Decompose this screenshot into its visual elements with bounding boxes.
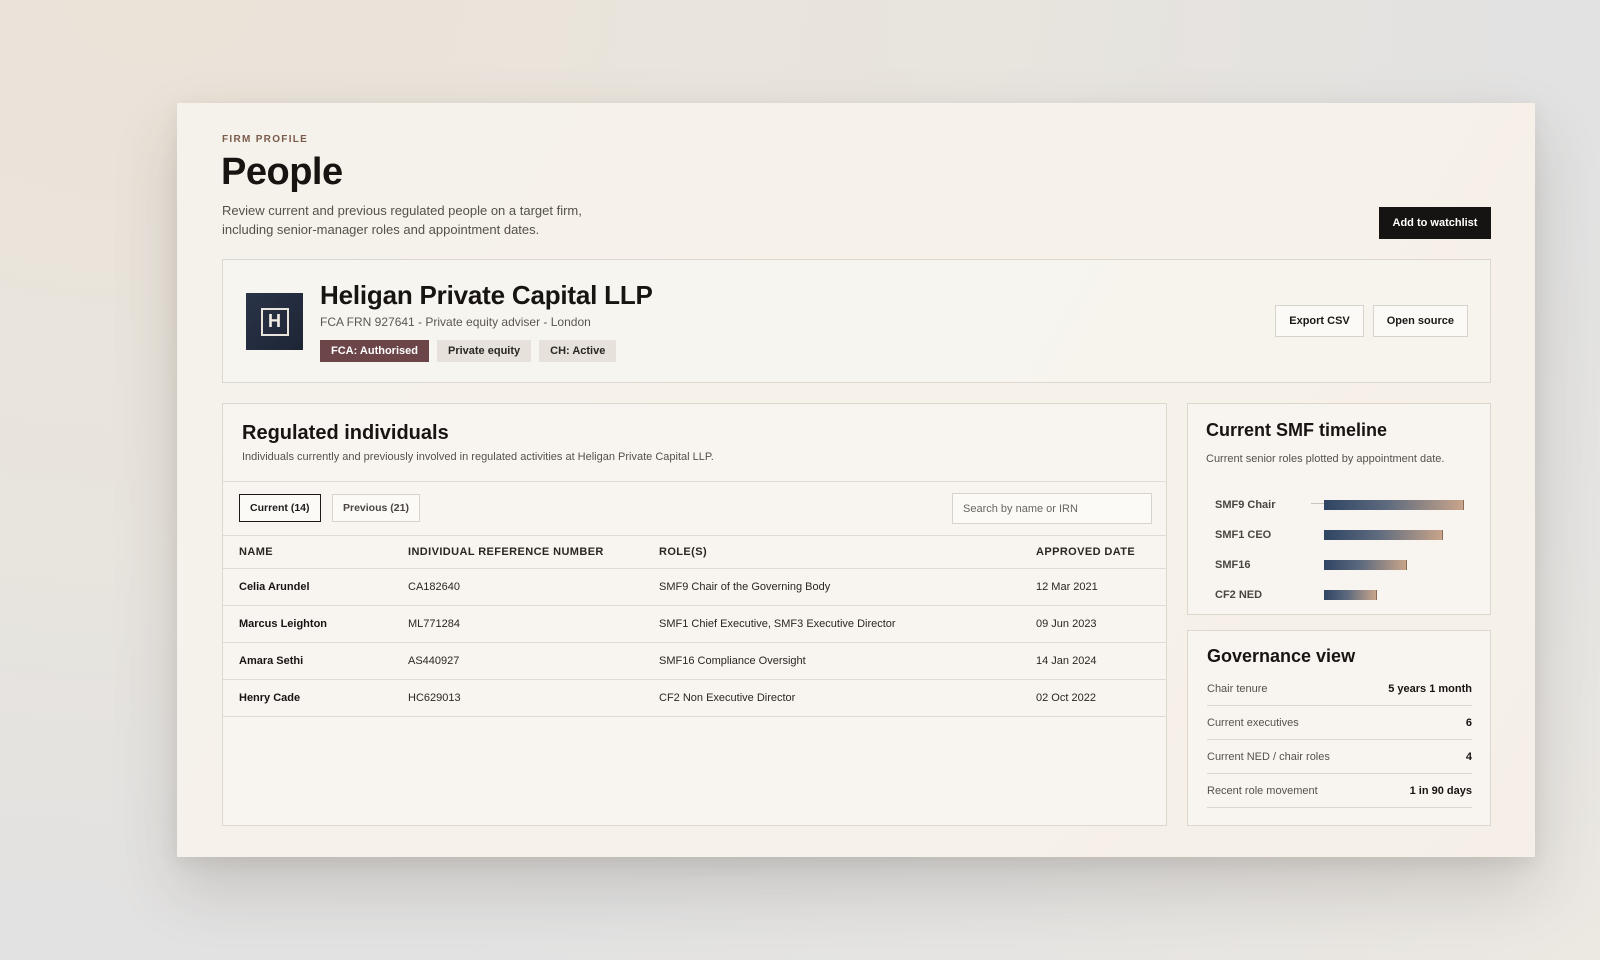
export-csv-button[interactable]: Export CSV bbox=[1275, 305, 1364, 337]
cell-date: 02 Oct 2022 bbox=[1036, 692, 1096, 704]
cell-irn: AS440927 bbox=[408, 655, 460, 667]
cell-roles: SMF16 Compliance Oversight bbox=[659, 655, 806, 667]
governance-label: Current NED / chair roles bbox=[1207, 750, 1330, 763]
cell-roles: SMF9 Chair of the Governing Body bbox=[659, 581, 831, 593]
cell-date: 14 Jan 2024 bbox=[1036, 655, 1097, 667]
column-header-date[interactable]: APPROVED DATE bbox=[1036, 546, 1166, 558]
cell-roles: SMF1 Chief Executive, SMF3 Executive Dir… bbox=[659, 618, 896, 630]
firm-profile-panel: FIRM PROFILE People Review current and p… bbox=[177, 103, 1535, 857]
governance-value: 6 bbox=[1465, 716, 1472, 729]
governance-label: Current executives bbox=[1207, 716, 1299, 729]
eyebrow: FIRM PROFILE bbox=[222, 134, 309, 145]
table-row[interactable]: Celia Arundel CA182640 SMF9 Chair of the… bbox=[223, 568, 1166, 605]
table-row[interactable]: Amara Sethi AS440927 SMF16 Compliance Ov… bbox=[223, 642, 1166, 679]
firm-actions: Export CSV Open source bbox=[1275, 305, 1468, 337]
cell-irn: HC629013 bbox=[408, 692, 461, 704]
smf-timeline-subtitle: Current senior roles plotted by appointm… bbox=[1206, 453, 1445, 465]
firm-tags: FCA: Authorised Private equity CH: Activ… bbox=[320, 340, 617, 362]
cell-name[interactable]: Celia Arundel bbox=[239, 581, 408, 593]
firm-meta: FCA FRN 927641 - Private equity adviser … bbox=[320, 315, 591, 329]
smf-timeline-row: CF2 NED bbox=[1215, 580, 1475, 610]
governance-value: 4 bbox=[1465, 750, 1472, 763]
cell-name[interactable]: Marcus Leighton bbox=[239, 618, 408, 630]
firm-logo: H bbox=[246, 293, 303, 350]
cell-roles: CF2 Non Executive Director bbox=[659, 692, 796, 704]
smf-timeline-bar bbox=[1324, 500, 1464, 510]
governance-row: Current executives 6 bbox=[1207, 706, 1472, 740]
status-badge-ch: CH: Active bbox=[539, 340, 617, 362]
cell-date: 09 Jun 2023 bbox=[1036, 618, 1097, 630]
individuals-table: NAME INDIVIDUAL REFERENCE NUMBER ROLE(S)… bbox=[223, 535, 1166, 717]
search-input[interactable] bbox=[952, 493, 1152, 524]
table-header: NAME INDIVIDUAL REFERENCE NUMBER ROLE(S)… bbox=[223, 535, 1166, 568]
smf-timeline-row: SMF9 Chair bbox=[1215, 490, 1475, 520]
section-subtitle: Individuals currently and previously inv… bbox=[242, 451, 714, 463]
column-header-irn[interactable]: INDIVIDUAL REFERENCE NUMBER bbox=[408, 546, 659, 558]
cell-date: 12 Mar 2021 bbox=[1036, 581, 1098, 593]
governance-label: Recent role movement bbox=[1207, 784, 1318, 797]
status-badge-fca: FCA: Authorised bbox=[320, 340, 429, 362]
cell-irn: CA182640 bbox=[408, 581, 460, 593]
smf-timeline-card: Current SMF timeline Current senior role… bbox=[1187, 403, 1491, 615]
governance-title: Governance view bbox=[1207, 646, 1356, 666]
column-header-roles[interactable]: ROLE(S) bbox=[659, 546, 1036, 558]
smf-timeline-bar bbox=[1324, 530, 1443, 540]
governance-row: Recent role movement 1 in 90 days bbox=[1207, 774, 1472, 808]
column-header-name[interactable]: NAME bbox=[239, 546, 408, 558]
firm-name: Heligan Private Capital LLP bbox=[320, 280, 653, 310]
firm-summary-card: H Heligan Private Capital LLP FCA FRN 92… bbox=[222, 259, 1491, 383]
smf-role-label: SMF9 Chair bbox=[1215, 499, 1276, 511]
governance-row: Current NED / chair roles 4 bbox=[1207, 740, 1472, 774]
smf-timeline-bar bbox=[1324, 560, 1407, 570]
firm-logo-mark: H bbox=[260, 307, 289, 336]
cell-irn: ML771284 bbox=[408, 618, 460, 630]
smf-timeline-row: SMF1 CEO bbox=[1215, 520, 1475, 550]
governance-value: 5 years 1 month bbox=[1388, 682, 1472, 695]
table-row[interactable]: Marcus Leighton ML771284 SMF1 Chief Exec… bbox=[223, 605, 1166, 642]
page-description: Review current and previous regulated pe… bbox=[222, 203, 582, 237]
open-source-button[interactable]: Open source bbox=[1372, 305, 1468, 337]
divider bbox=[223, 481, 1166, 482]
tab-current[interactable]: Current (14) bbox=[239, 494, 321, 522]
tab-previous[interactable]: Previous (21) bbox=[332, 494, 420, 522]
governance-list: Chair tenure 5 years 1 month Current exe… bbox=[1207, 672, 1472, 808]
table-row[interactable]: Henry Cade HC629013 CF2 Non Executive Di… bbox=[223, 679, 1166, 716]
smf-timeline-chart: SMF9 Chair SMF1 CEO SMF16 CF2 NED bbox=[1215, 490, 1475, 610]
table-end bbox=[223, 716, 1166, 717]
governance-card: Governance view Chair tenure 5 years 1 m… bbox=[1187, 630, 1491, 826]
governance-value: 1 in 90 days bbox=[1409, 784, 1472, 797]
smf-timeline-row: SMF16 bbox=[1215, 550, 1475, 580]
regulated-individuals-card: Regulated individuals Individuals curren… bbox=[222, 403, 1167, 826]
smf-role-label: SMF16 bbox=[1215, 559, 1251, 571]
smf-timeline-bar bbox=[1324, 590, 1377, 600]
smf-timeline-title: Current SMF timeline bbox=[1206, 420, 1388, 440]
page-title: People bbox=[221, 151, 343, 193]
sector-badge: Private equity bbox=[436, 340, 532, 362]
smf-role-label: SMF1 CEO bbox=[1215, 529, 1272, 541]
section-title: Regulated individuals bbox=[242, 422, 449, 444]
governance-label: Chair tenure bbox=[1207, 682, 1268, 695]
cell-name[interactable]: Henry Cade bbox=[239, 692, 408, 704]
governance-row: Chair tenure 5 years 1 month bbox=[1207, 672, 1472, 706]
cell-name[interactable]: Amara Sethi bbox=[239, 655, 408, 667]
add-to-watchlist-button[interactable]: Add to watchlist bbox=[1379, 207, 1491, 239]
smf-role-label: CF2 NED bbox=[1215, 589, 1263, 601]
